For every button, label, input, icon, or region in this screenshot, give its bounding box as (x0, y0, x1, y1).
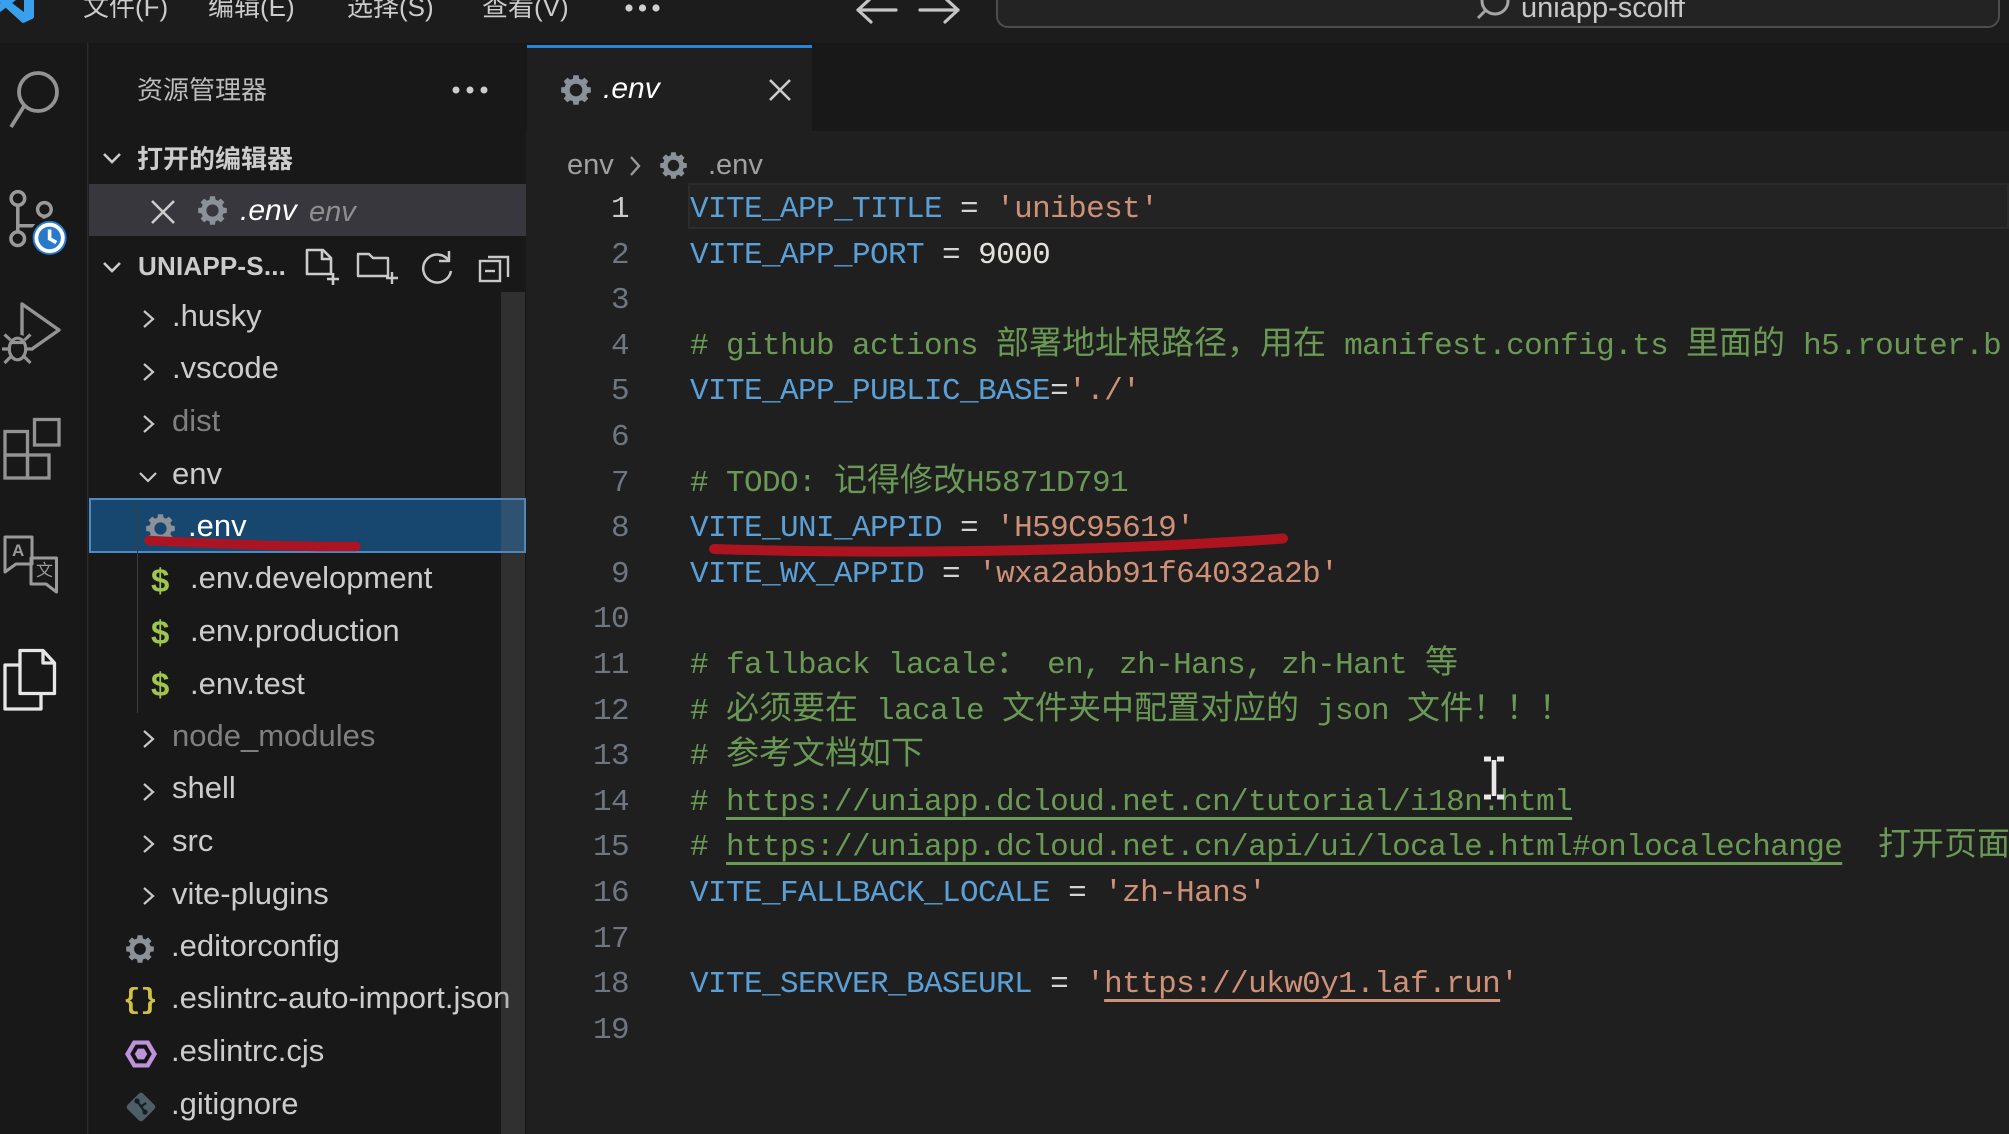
svg-text:A: A (12, 541, 24, 560)
